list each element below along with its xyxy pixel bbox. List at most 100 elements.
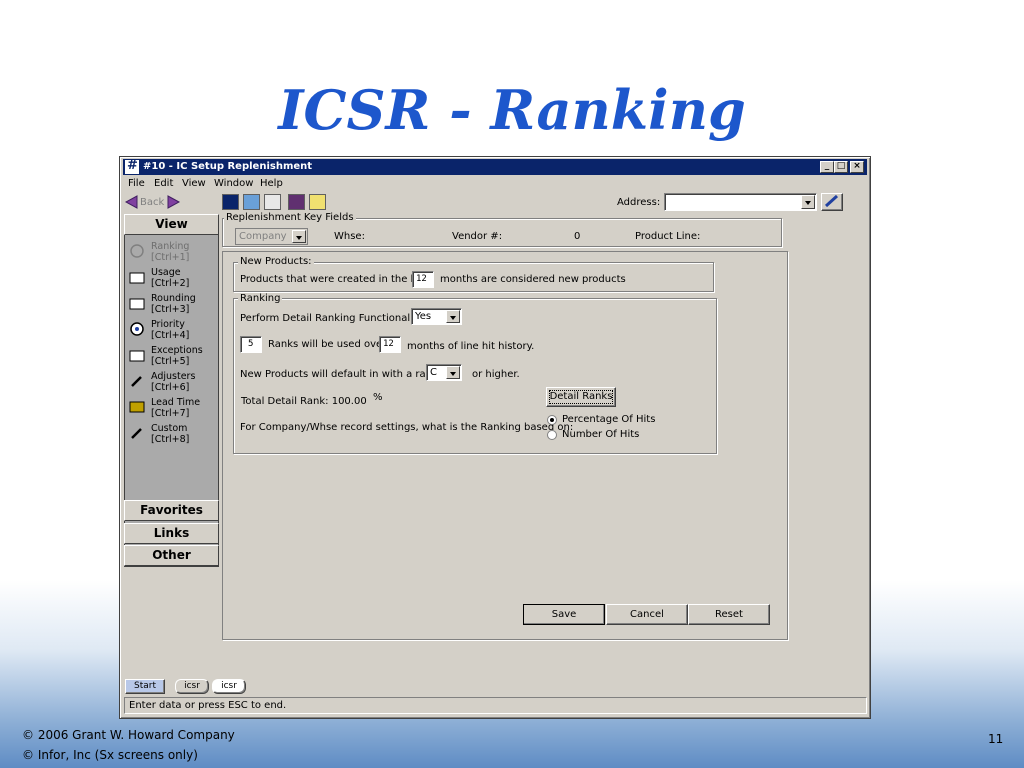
default-rank-suffix: or higher. [472, 369, 520, 380]
menu-window[interactable]: Window [214, 178, 253, 189]
folder-icon [129, 270, 145, 284]
back-arrow-icon[interactable] [124, 195, 139, 209]
address-dropdown[interactable] [664, 193, 817, 211]
nav-item-shortcut: [Ctrl+5] [151, 356, 190, 367]
option-number-label: Number Of Hits [562, 429, 640, 440]
menu-file[interactable]: File [128, 178, 145, 189]
nav-item-shortcut: [Ctrl+4] [151, 330, 190, 341]
close-button[interactable]: × [850, 161, 864, 173]
vendor-label: Vendor #: [452, 231, 503, 242]
new-products-suffix: months are considered new products [440, 274, 626, 285]
start-button[interactable]: Start [125, 679, 165, 694]
option-percentage-label: Percentage Of Hits [562, 414, 656, 425]
note-icon[interactable] [309, 194, 326, 210]
nav-item-lead-time[interactable]: Lead Time [Ctrl+7] [127, 397, 217, 423]
new-products-prefix: Products that were created in the last [240, 274, 429, 285]
chevron-down-icon[interactable] [801, 195, 815, 209]
chevron-down-icon[interactable] [446, 310, 460, 323]
menu-help[interactable]: Help [260, 178, 283, 189]
nav-other[interactable]: Other [124, 545, 219, 566]
nav-item-shortcut: [Ctrl+8] [151, 434, 190, 445]
back-button[interactable]: Back [140, 197, 164, 208]
ranks-suffix: months of line hit history. [407, 341, 535, 352]
nav-item-adjusters[interactable]: Adjusters [Ctrl+6] [127, 371, 217, 397]
default-rank-label: New Products will default in with a rank… [240, 369, 451, 380]
nav-item-label: Ranking [151, 241, 190, 252]
footer-copyright-2: © Infor, Inc (Sx screens only) [22, 748, 198, 762]
window-grid-icon [125, 158, 139, 174]
nav-item-priority[interactable]: Priority [Ctrl+4] [127, 319, 217, 345]
folder-icon [129, 296, 145, 310]
nav-item-rounding[interactable]: Rounding [Ctrl+3] [127, 293, 217, 319]
nav-links[interactable]: Links [124, 523, 219, 544]
forward-arrow-icon[interactable] [166, 195, 181, 209]
ranks-months-value: 12 [383, 339, 394, 349]
nav-item-label: Custom [151, 423, 188, 434]
radio-number-of-hits[interactable] [547, 430, 557, 440]
ranks-count-input[interactable]: 5 [240, 336, 262, 353]
wrench-icon [129, 374, 145, 388]
nav-item-shortcut: [Ctrl+6] [151, 382, 190, 393]
ranking-legend: Ranking [238, 293, 283, 304]
detail-ranking-dropdown[interactable]: Yes [411, 308, 462, 325]
go-button[interactable] [821, 193, 843, 211]
ranks-count-value: 5 [248, 339, 254, 349]
nav-item-label: Priority [151, 319, 185, 330]
footer-copyright-1: © 2006 Grant W. Howard Company [22, 728, 235, 742]
minimize-button[interactable]: _ [820, 161, 834, 173]
nav-item-label: Lead Time [151, 397, 201, 408]
ranks-months-input[interactable]: 12 [379, 336, 401, 353]
cancel-button[interactable]: Cancel [606, 604, 688, 625]
app-window: #10 - IC Setup Replenishment _ □ × File … [119, 156, 871, 719]
status-bar: Enter data or press ESC to end. [124, 697, 867, 714]
nav-item-shortcut: [Ctrl+1] [151, 252, 190, 263]
window-titlebar[interactable]: #10 - IC Setup Replenishment _ □ × [123, 158, 867, 175]
people-icon[interactable] [288, 194, 305, 210]
grid-icon[interactable] [243, 194, 260, 210]
ranking-based-on-label: For Company/Whse record settings, what i… [240, 422, 574, 433]
menu-view[interactable]: View [182, 178, 206, 189]
address-label: Address: [617, 197, 661, 208]
pencil-icon [824, 194, 839, 208]
nav-favorites[interactable]: Favorites [124, 500, 219, 521]
detail-ranking-label: Perform Detail Ranking Functionality? [240, 313, 429, 324]
new-products-legend: New Products: [238, 256, 314, 267]
new-products-months-input[interactable]: 12 [412, 271, 434, 288]
nav-item-exceptions[interactable]: Exceptions [Ctrl+5] [127, 345, 217, 371]
percent-sign: % [373, 392, 383, 403]
menu-edit[interactable]: Edit [154, 178, 173, 189]
nav-item-ranking[interactable]: Ranking [Ctrl+1] [127, 241, 217, 267]
whse-label: Whse: [334, 231, 365, 242]
radio-percentage-of-hits[interactable] [547, 415, 557, 425]
nav-item-shortcut: [Ctrl+3] [151, 304, 190, 315]
maximize-button[interactable]: □ [834, 161, 848, 173]
refresh-icon[interactable] [264, 194, 281, 210]
wrench-icon [129, 426, 145, 440]
save-button[interactable]: Save [523, 604, 605, 625]
product-line-label: Product Line: [635, 231, 701, 242]
taskbar-tab-icsr-2[interactable]: icsr [212, 679, 246, 694]
nav-item-custom[interactable]: Custom [Ctrl+8] [127, 423, 217, 449]
truck-icon [129, 400, 145, 414]
window-title: #10 - IC Setup Replenishment [143, 161, 313, 172]
nav-view-header[interactable]: View [124, 214, 219, 235]
ranks-mid-label: Ranks will be used over [268, 339, 387, 350]
taskbar-tab-icsr-1[interactable]: icsr [175, 679, 209, 694]
nav-item-label: Adjusters [151, 371, 196, 382]
nav-item-label: Exceptions [151, 345, 203, 356]
reset-button[interactable]: Reset [688, 604, 770, 625]
chevron-down-icon[interactable] [446, 366, 460, 379]
slide-title: ICSR - Ranking [278, 78, 746, 142]
nav-item-shortcut: [Ctrl+7] [151, 408, 190, 419]
default-rank-value: C [430, 367, 437, 378]
detail-ranks-button[interactable]: Detail Ranks [546, 387, 616, 407]
chevron-down-icon[interactable] [292, 230, 306, 243]
monitor-icon[interactable] [222, 194, 239, 210]
default-rank-dropdown[interactable]: C [426, 364, 462, 381]
total-detail-rank: Total Detail Rank: 100.00 [241, 396, 367, 407]
page-number: 11 [988, 732, 1004, 746]
company-dropdown[interactable]: Company [235, 228, 308, 245]
nav-item-shortcut: [Ctrl+2] [151, 278, 190, 289]
folder-icon [129, 348, 145, 362]
nav-item-usage[interactable]: Usage [Ctrl+2] [127, 267, 217, 293]
